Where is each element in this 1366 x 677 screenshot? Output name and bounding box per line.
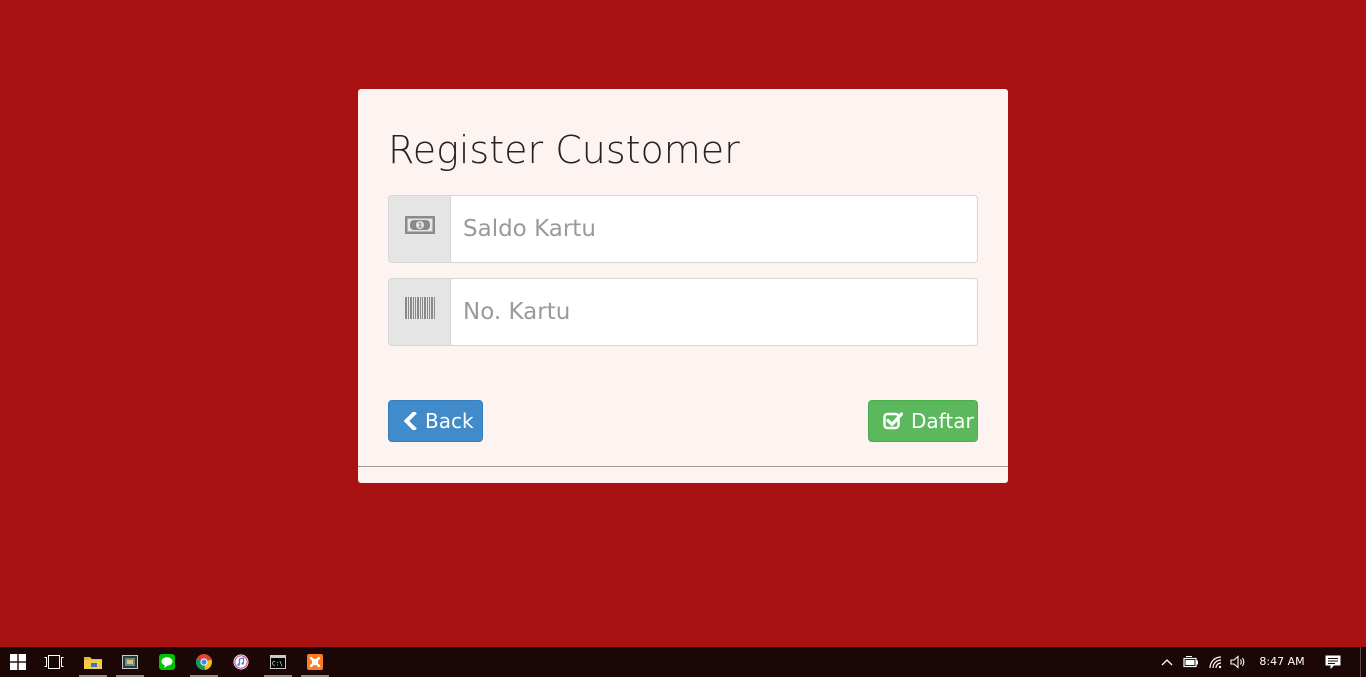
wifi-icon	[1209, 656, 1222, 669]
chrome-icon	[196, 654, 212, 670]
daftar-button-label: Daftar	[911, 409, 974, 433]
taskbar: C:\ 8:47 AM	[0, 647, 1366, 677]
back-button-label: Back	[425, 409, 474, 433]
network-button[interactable]	[1208, 654, 1224, 670]
taskbar-line-messenger[interactable]	[152, 647, 182, 677]
back-button[interactable]: Back	[388, 400, 483, 442]
taskbar-file-explorer[interactable]	[78, 647, 108, 677]
taskbar-command-prompt[interactable]: C:\	[263, 647, 293, 677]
page-title: Register Customer	[388, 128, 740, 172]
windows-logo-icon	[10, 654, 26, 670]
task-view-button[interactable]	[39, 647, 69, 677]
daftar-button[interactable]: Daftar	[868, 400, 978, 442]
taskbar-xampp[interactable]	[300, 647, 330, 677]
show-hidden-icons-button[interactable]	[1159, 654, 1175, 670]
folder-icon	[84, 657, 102, 669]
window-app-icon	[122, 655, 138, 669]
battery-button[interactable]	[1183, 654, 1199, 670]
xampp-icon	[307, 654, 323, 670]
chat-bubble-icon	[159, 654, 175, 670]
chevron-up-icon	[1161, 659, 1173, 666]
terminal-icon: C:\	[270, 655, 286, 669]
taskbar-media-app[interactable]	[115, 647, 145, 677]
card-footer-divider	[358, 466, 1008, 467]
action-center-button[interactable]	[1325, 654, 1341, 670]
volume-button[interactable]	[1230, 654, 1246, 670]
taskbar-clock[interactable]: 8:47 AM	[1255, 647, 1309, 677]
saldo-input-group: 1	[388, 195, 978, 263]
barcode-icon	[388, 278, 450, 346]
volume-icon	[1230, 655, 1245, 669]
kartu-input-group	[388, 278, 978, 346]
svg-text:C:\: C:\	[272, 661, 283, 668]
show-desktop-button[interactable]	[1360, 647, 1361, 677]
task-view-icon	[44, 655, 64, 669]
svg-text:1: 1	[417, 222, 422, 230]
taskbar-chrome[interactable]	[189, 647, 219, 677]
chevron-left-icon	[403, 412, 417, 430]
music-note-icon	[233, 654, 249, 670]
action-center-icon	[1325, 655, 1341, 669]
check-square-icon	[883, 412, 903, 430]
register-card: Register Customer 1 Saldo Kartu No. Kart…	[358, 89, 1008, 483]
taskbar-itunes[interactable]	[226, 647, 256, 677]
money-icon: 1	[388, 195, 450, 263]
saldo-kartu-input[interactable]	[450, 195, 978, 263]
start-button[interactable]	[3, 647, 33, 677]
no-kartu-input[interactable]	[450, 278, 978, 346]
battery-icon	[1183, 656, 1198, 668]
